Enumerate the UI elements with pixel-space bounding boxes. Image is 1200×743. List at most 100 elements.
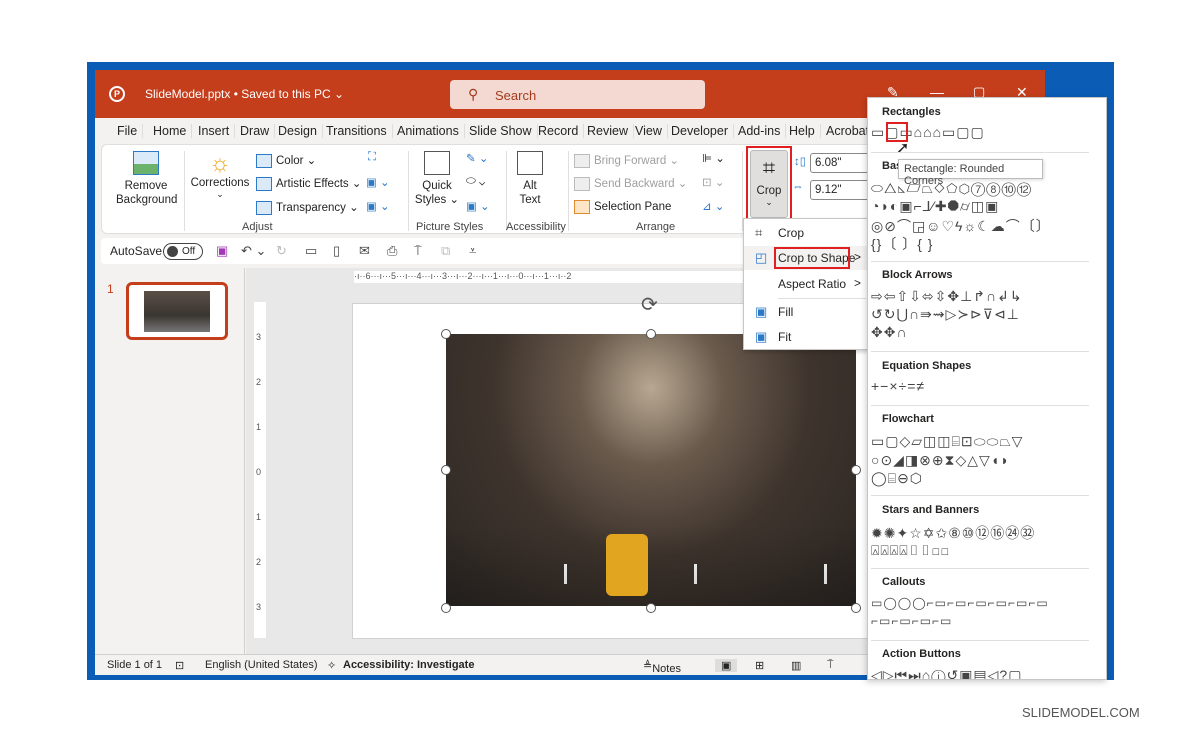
file-title[interactable]: SlideModel.pptx • Saved to this PC ⌄ (145, 87, 344, 101)
resize-handle[interactable] (646, 603, 656, 613)
tab-view[interactable]: View (635, 124, 668, 138)
shape-row[interactable]: +−×÷=≠ (871, 378, 925, 394)
width-field[interactable]: 9.12" (810, 180, 872, 200)
taxi (606, 534, 648, 596)
send-backward-button[interactable]: Send Backward ⌄ (574, 176, 687, 191)
picture-border-icon[interactable]: ✎ ⌄ (466, 151, 488, 165)
tab-design[interactable]: Design (278, 124, 323, 138)
shape-row[interactable]: ◯⌸⊖⬡ (871, 470, 923, 487)
shape-row[interactable]: ◁▷⏮⏭⌂ⓘ↺▣▤◁?▢ (871, 667, 1022, 679)
artistic-effects-button[interactable]: Artistic Effects ⌄ (256, 176, 361, 191)
submenu-arrow-icon: > (853, 250, 861, 264)
tab-review[interactable]: Review (587, 124, 634, 138)
color-button[interactable]: Color ⌄ (256, 153, 316, 168)
undo-icon[interactable]: ↶ ⌄ (241, 243, 266, 259)
shape-row[interactable]: ↺↻⋃∩⇛⇝▷≻⊳⊽⊲⊥ (871, 306, 1020, 323)
slide-sorter-icon[interactable]: ⊞ (755, 659, 764, 672)
resize-handle[interactable] (646, 329, 656, 339)
remove-background-button[interactable]: Remove Background (116, 151, 177, 207)
accessibility-status[interactable]: Accessibility: Investigate (343, 659, 474, 671)
picture-styles-group-label: Picture Styles (416, 221, 484, 233)
picture-layout-icon[interactable]: ▣ ⌄ (466, 199, 490, 213)
shape-row[interactable]: ▭▢◇▱◫◫⌸⊡⬭⬭⏢▽ (871, 433, 1023, 450)
shape-row[interactable]: ✹✺✦☆✡✩⑧⑩⑫⑯㉔㉜ (871, 523, 1035, 543)
redo-icon[interactable]: ↻ (276, 243, 287, 259)
selection-pane-button[interactable]: Selection Pane (574, 200, 671, 214)
slide-thumbnail[interactable] (126, 282, 228, 340)
reset-picture-icon[interactable]: ▣ ⌄ (366, 199, 390, 213)
open-icon[interactable]: ▭ (305, 243, 317, 259)
tab-record[interactable]: Record (538, 124, 585, 138)
print-icon[interactable]: ⎙ (387, 243, 397, 259)
thumbnail-image (144, 291, 210, 332)
tab-insert[interactable]: Insert (198, 124, 236, 138)
ruler-mark: 1 (256, 512, 262, 522)
shape-row[interactable]: ⍓⍓⍓⍓▯▯◻◻ (871, 542, 950, 559)
customize-qat-icon[interactable]: ⩡ (469, 243, 476, 259)
powerpoint-logo-icon: P (109, 86, 125, 102)
height-field[interactable]: 6.08" (810, 153, 872, 173)
tab-file[interactable]: File (117, 124, 144, 138)
shape-row[interactable]: ○⊙◢◨⊗⊕⧗◇△▽◖◗ (871, 452, 1010, 469)
slideshow-icon[interactable]: ⍑ (827, 659, 834, 672)
crop-dropdown-menu: ⌗ Crop ◰ Crop to Shape > Aspect Ratio > ▣ Fil… (743, 218, 868, 350)
tab-help[interactable]: Help (789, 124, 821, 138)
selected-picture[interactable] (446, 334, 856, 606)
rotate-handle-icon[interactable]: ⟳ (641, 292, 658, 317)
resize-handle[interactable] (441, 465, 451, 475)
search-box[interactable]: ⚲ Search (450, 80, 705, 109)
email-icon[interactable]: ✉ (359, 243, 370, 259)
tab-transitions[interactable]: Transitions (326, 124, 393, 138)
tab-developer[interactable]: Developer (671, 124, 734, 138)
shape-row[interactable]: ⇨⇦⇧⇩⬄⇳✥⊥↱∩↲↳ (871, 288, 1023, 305)
shape-row[interactable]: {}〔 〕{ } (871, 234, 933, 254)
resize-handle[interactable] (441, 329, 451, 339)
resize-handle[interactable] (851, 465, 861, 475)
save-icon[interactable]: ▣ (216, 243, 228, 259)
reading-view-icon[interactable]: ▥ (791, 659, 801, 672)
fit-icon: ▣ (755, 329, 768, 344)
autosave-toggle[interactable]: Off (163, 243, 203, 260)
shape-row[interactable]: ▭◯◯◯⌐▭⌐▭⌐▭⌐▭⌐▭⌐▭ (871, 596, 1049, 610)
tab-home[interactable]: Home (153, 124, 193, 138)
resize-handle[interactable] (851, 603, 861, 613)
rotate-icon[interactable]: ⊿ ⌄ (702, 199, 724, 213)
present-icon[interactable]: ⍑ (414, 243, 422, 259)
transparency-button[interactable]: Transparency ⌄ (256, 200, 359, 215)
shape-row[interactable]: ◎⊘⌒◲☺♡ϟ☼☾☁⌒〔〕 (871, 216, 1051, 236)
corrections-button[interactable]: ☼ Corrections ⌄ (188, 151, 252, 200)
menu-item-fit[interactable]: ▣ Fit (744, 325, 867, 349)
watermark: SLIDEMODEL.COM (1022, 705, 1140, 720)
bring-forward-button[interactable]: Bring Forward ⌄ (574, 153, 679, 168)
notes-button[interactable]: ≜ Notes (643, 659, 681, 675)
ruler-mark: 3 (256, 332, 262, 342)
shape-row[interactable]: ⌐▭⌐▭⌐▭⌐▭ (871, 614, 952, 628)
spellcheck-icon[interactable]: ⊡ (175, 659, 184, 672)
tab-slide-show[interactable]: Slide Show (469, 124, 538, 138)
menu-item-fill[interactable]: ▣ Fill (744, 300, 867, 324)
shape-row[interactable]: ⬭△◺▱⏢◇⬠⬡⑦⑧⑩⑫ (871, 180, 1032, 197)
alt-text-button[interactable]: Alt Text (512, 151, 548, 207)
new-icon[interactable]: ▯ (333, 243, 340, 259)
picture-effects-icon[interactable]: ⬭ ⌄ (466, 175, 485, 188)
copy-icon[interactable]: ⧉ (441, 243, 450, 259)
quick-styles-icon (424, 151, 450, 175)
group-icon[interactable]: ⊡ ⌄ (702, 175, 724, 189)
send-backward-label: Send Backward (594, 178, 675, 190)
tab-draw[interactable]: Draw (240, 124, 276, 138)
compress-pictures-icon[interactable]: ⛶ (368, 151, 376, 164)
tab-animations[interactable]: Animations (397, 124, 465, 138)
resize-handle[interactable] (441, 603, 451, 613)
normal-view-icon[interactable]: ▣ (715, 659, 738, 672)
tab-add-ins[interactable]: Add-ins (738, 124, 787, 138)
menu-item-crop[interactable]: ⌗ Crop (744, 221, 867, 245)
quick-styles-button[interactable]: Quick Styles ⌄ (414, 151, 460, 207)
change-picture-icon[interactable]: ▣ ⌄ (366, 175, 390, 189)
align-icon[interactable]: ⊫ ⌄ (702, 151, 725, 165)
language[interactable]: English (United States) (205, 659, 318, 671)
divider (871, 495, 1089, 496)
menu-item-aspect-ratio[interactable]: Aspect Ratio > (744, 272, 867, 296)
shape-row[interactable]: ◔◗◐▣⌐⅃⁄✚⯃⌭◫▣ (871, 198, 999, 215)
shape-row[interactable]: ✥✥∩ (871, 324, 908, 341)
menu-divider (778, 298, 866, 299)
